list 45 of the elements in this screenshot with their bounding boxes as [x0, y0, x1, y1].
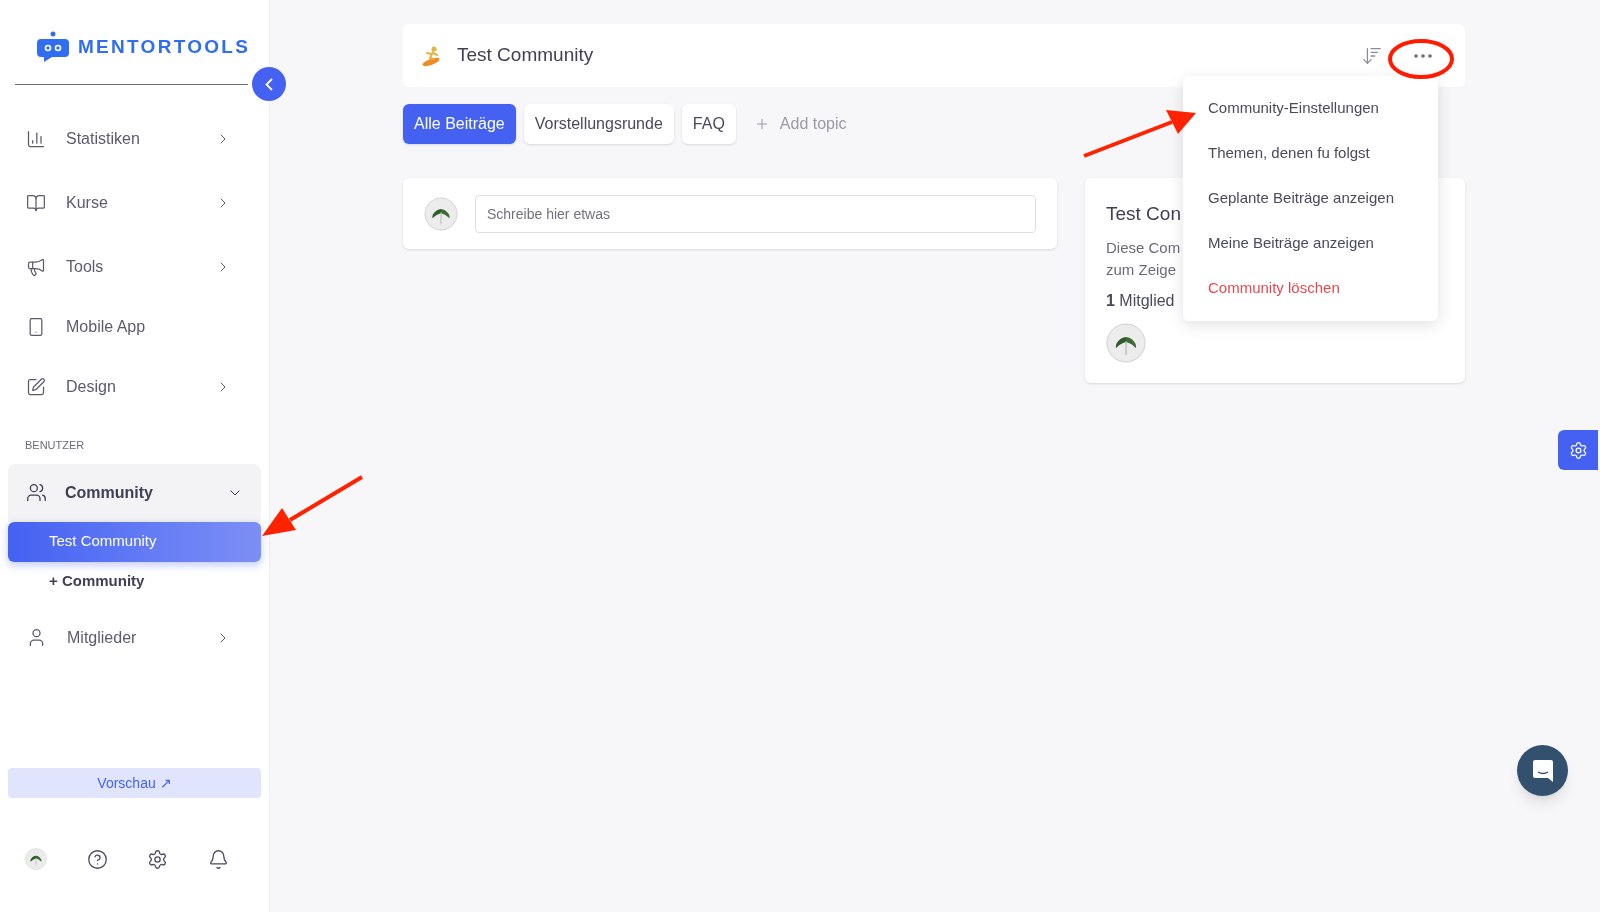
card-title: Test Con [1106, 202, 1181, 226]
collapse-button[interactable] [252, 67, 286, 101]
nav-item[interactable]: Mobile App [0, 299, 269, 355]
bar-chart-icon [26, 129, 46, 149]
nav-item[interactable]: Statistiken [0, 107, 269, 171]
menu-item[interactable]: Geplante Beiträge anzeigen [1183, 176, 1438, 221]
avatar-icon [1106, 322, 1146, 363]
nav-item[interactable]: Community [8, 463, 261, 522]
post-input-field[interactable]: Schreibe hier etwas [475, 194, 1036, 233]
topic-tab[interactable]: Alle Beiträge [403, 104, 516, 144]
menu-item[interactable]: Themen, denen fu folgst [1183, 131, 1438, 176]
pencil-icon [26, 377, 46, 397]
section-label: BENUTZER [24, 438, 86, 453]
nav-item[interactable]: Tools [0, 235, 269, 299]
menu-item[interactable]: Community-Einstellungen [1183, 86, 1438, 131]
settings-icon [147, 848, 169, 870]
nav-item[interactable]: Kurse [0, 171, 269, 235]
book-icon [26, 193, 46, 213]
robot-logo-icon [36, 31, 70, 63]
preview-button[interactable]: Vorschau ↗ [8, 768, 261, 798]
topic-tab[interactable]: FAQ [681, 104, 736, 144]
avatar-icon [424, 196, 458, 231]
users-icon [26, 482, 47, 503]
bell-icon [207, 848, 229, 870]
menu-item[interactable]: Community löschen [1183, 266, 1438, 311]
settings-icon [1568, 440, 1588, 460]
topic-tab[interactable]: Vorstellungsrunde [523, 104, 674, 144]
chat-icon [1531, 758, 1554, 783]
avatar-icon [25, 848, 47, 870]
member-count: 1 Mitglied [1106, 290, 1175, 311]
nav-item[interactable]: Design [0, 355, 269, 419]
nav-subitem[interactable]: Test Community [8, 521, 261, 562]
megaphone-icon [26, 257, 46, 277]
community-title: Test Community [457, 43, 595, 68]
annotation-circle [1387, 38, 1455, 80]
chevron-left-icon [265, 77, 273, 91]
nav-item[interactable]: Mitglieder [0, 605, 269, 670]
nav-subitem[interactable]: + Community [8, 561, 261, 602]
chat-button[interactable] [1517, 745, 1568, 796]
settings-tab-button[interactable] [1558, 430, 1598, 470]
more-icon [1414, 53, 1432, 58]
logo-text: MENTORTOOLS [78, 34, 251, 59]
card-description: Diese Com zum Zeige [1106, 237, 1181, 280]
help-icon [86, 848, 108, 870]
menu-item[interactable]: Meine Beiträge anzeigen [1183, 221, 1438, 266]
